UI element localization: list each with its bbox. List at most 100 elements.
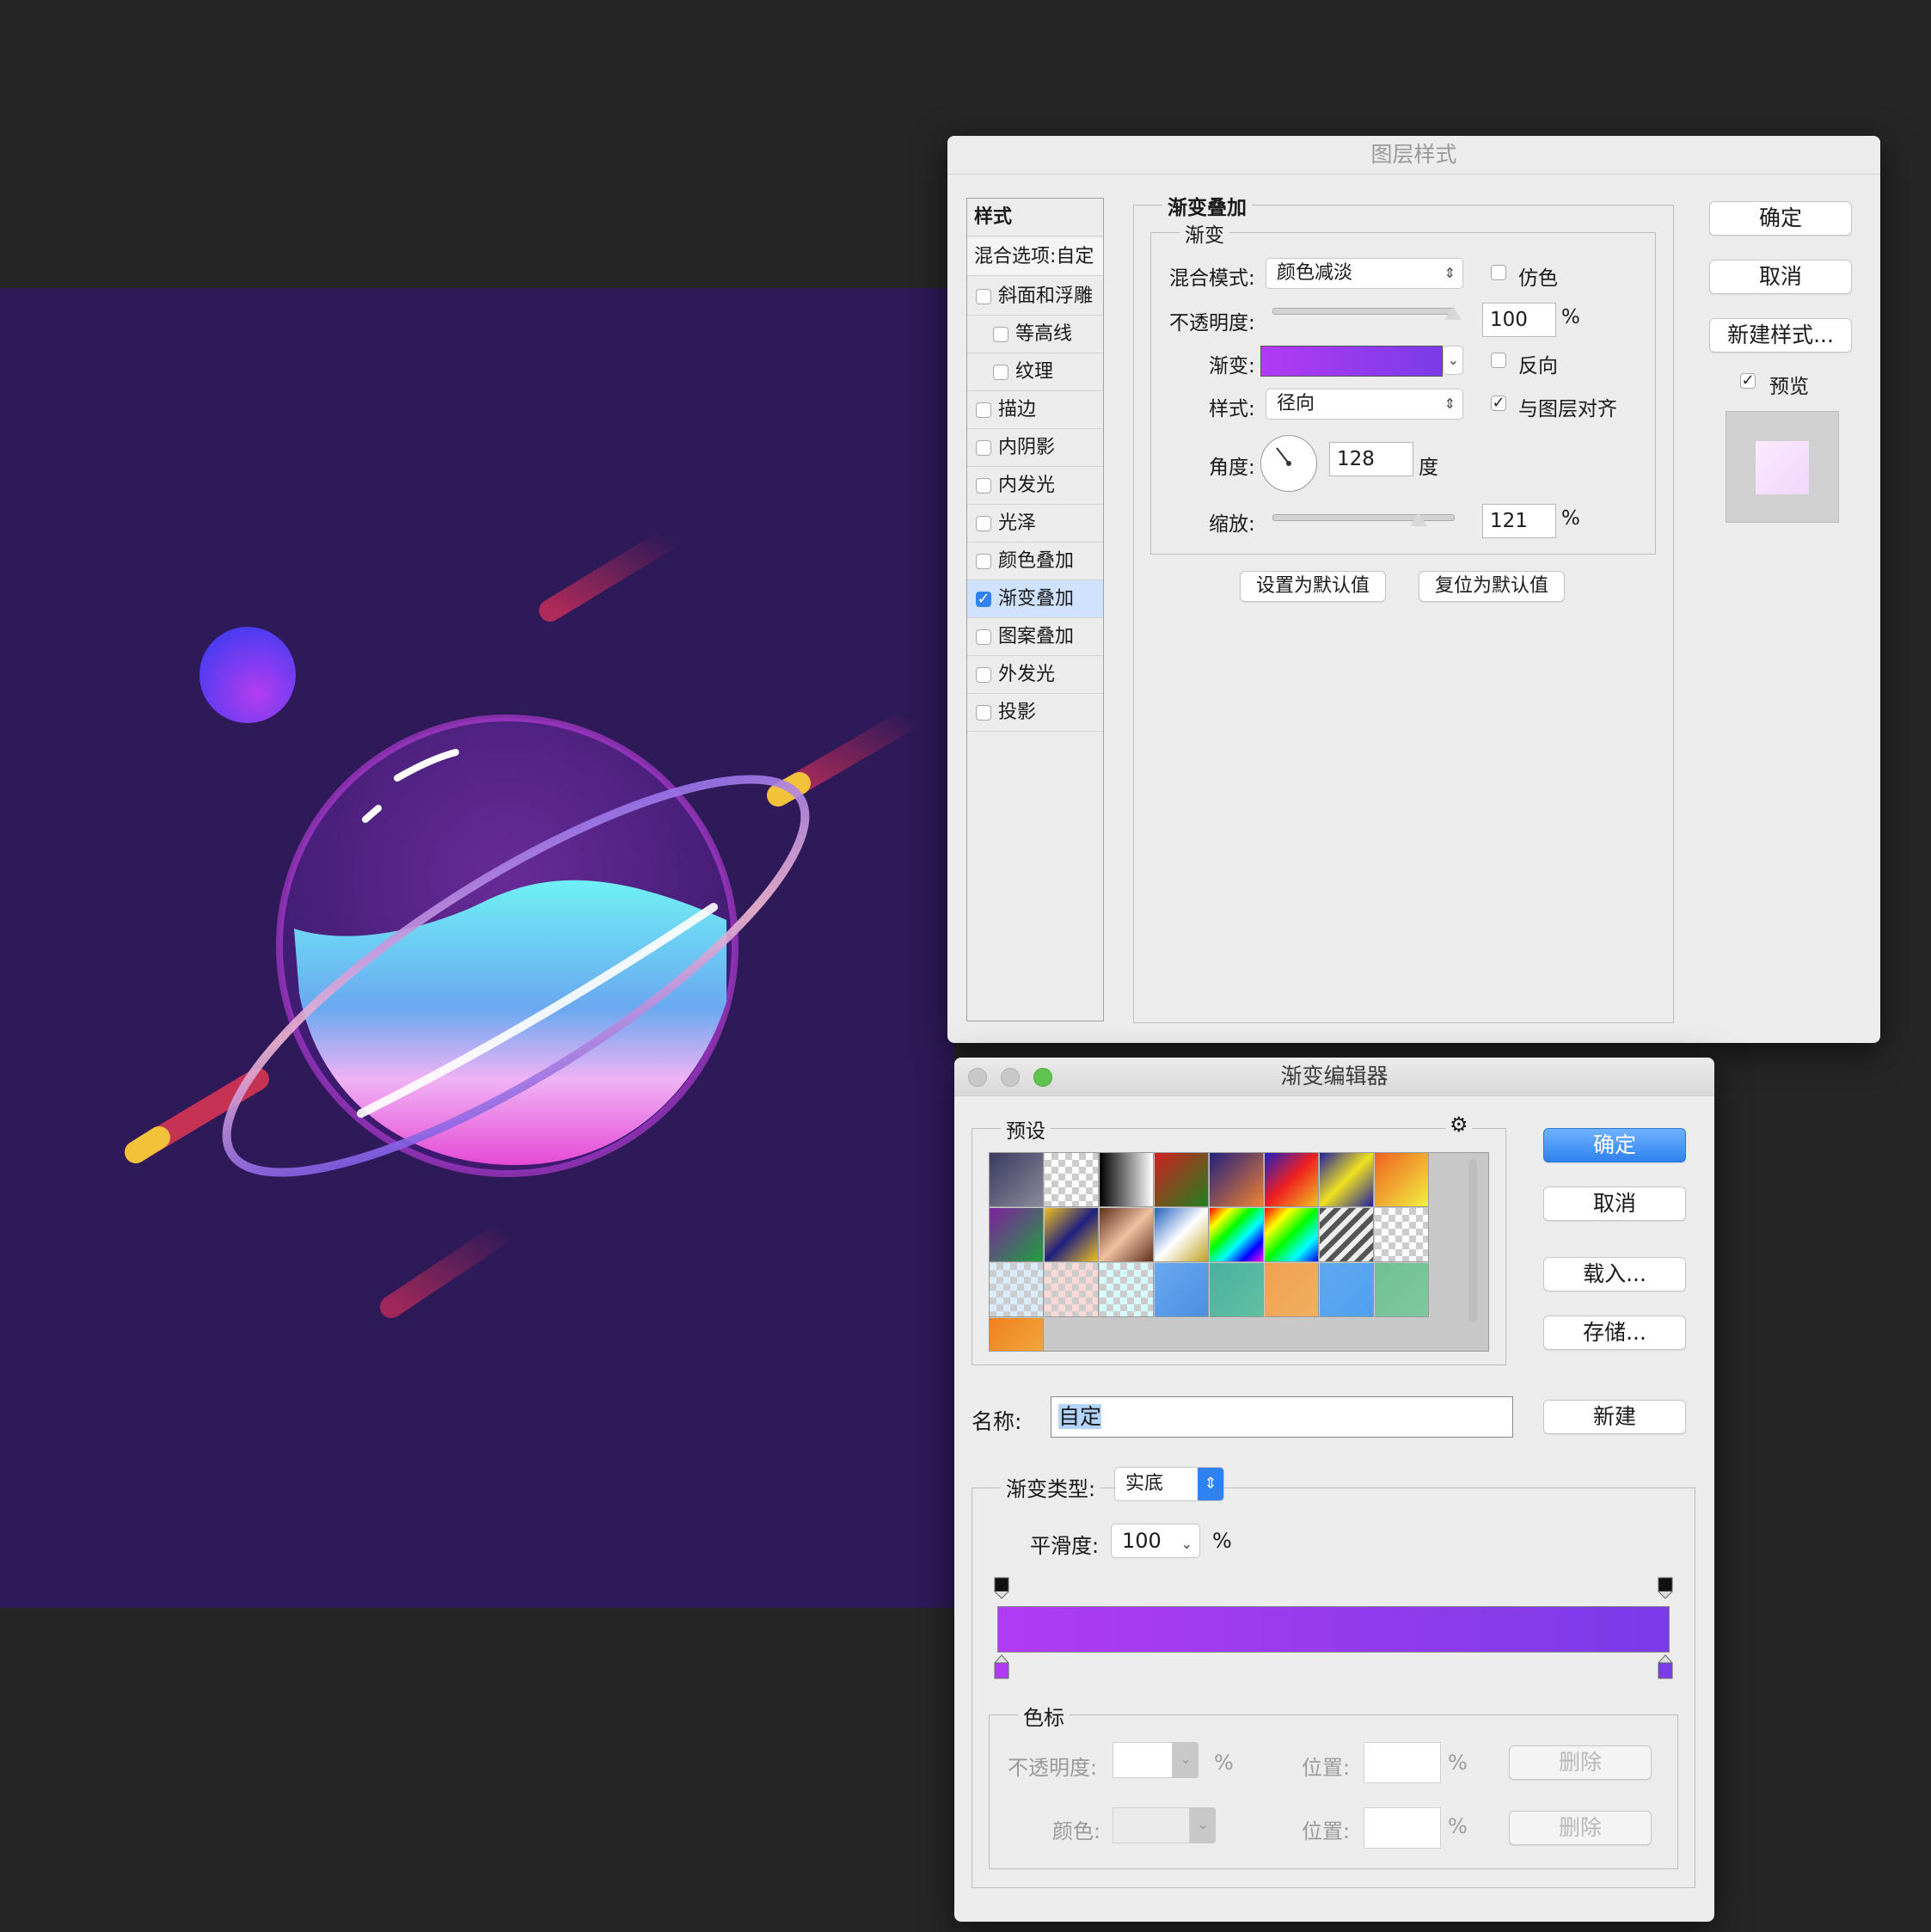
style-item-checkbox[interactable]	[976, 402, 991, 418]
preset-swatch[interactable]	[990, 1153, 1044, 1207]
color-stop-left[interactable]	[994, 1654, 1009, 1679]
style-item-checkbox[interactable]	[993, 327, 1008, 342]
scale-input[interactable]: 121	[1482, 504, 1556, 538]
preset-swatch[interactable]	[1265, 1263, 1319, 1317]
style-item-checkbox[interactable]	[976, 705, 991, 721]
style-item-checkbox[interactable]: ✓	[976, 592, 991, 607]
preset-swatch[interactable]	[1045, 1263, 1099, 1317]
preset-swatch[interactable]	[1265, 1208, 1319, 1262]
style-item[interactable]: 图案叠加	[967, 618, 1103, 656]
color-stop-right[interactable]	[1658, 1654, 1673, 1679]
styles-list: 样式 混合选项:自定 斜面和浮雕等高线 纹理 描边 内阴影 内发光 光泽 颜色叠加 ✓ 渐变叠加…	[966, 198, 1104, 1021]
preset-swatch[interactable]	[1210, 1153, 1264, 1207]
name-label: 名称:	[972, 1409, 1022, 1434]
style-item-label: 斜面和浮雕	[998, 285, 1094, 307]
opacity-stop-left[interactable]	[994, 1577, 1009, 1599]
style-select[interactable]: 径向 ⇕	[1266, 389, 1463, 420]
preset-swatch[interactable]	[1210, 1263, 1264, 1317]
preset-swatch[interactable]	[1100, 1263, 1154, 1317]
gradient-preview-swatch[interactable]	[1260, 346, 1443, 377]
style-item[interactable]: 投影	[967, 694, 1103, 732]
style-item[interactable]: 内阴影	[967, 429, 1103, 467]
preset-swatch[interactable]	[990, 1263, 1044, 1317]
style-item[interactable]: 斜面和浮雕	[967, 278, 1103, 316]
dither-checkbox[interactable]	[1491, 265, 1506, 280]
preset-swatch[interactable]	[990, 1318, 1044, 1351]
blend-mode-select[interactable]: 颜色减淡 ⇕	[1266, 258, 1463, 289]
style-item[interactable]: 内发光	[967, 467, 1103, 505]
style-item[interactable]: 光泽	[967, 505, 1103, 543]
preset-swatch[interactable]	[1320, 1153, 1374, 1207]
delete-opacity-stop-button[interactable]: 删除	[1509, 1745, 1652, 1780]
preset-swatch[interactable]	[1155, 1263, 1209, 1317]
angle-dial[interactable]	[1260, 435, 1317, 492]
set-default-button[interactable]: 设置为默认值	[1240, 571, 1386, 602]
style-item-checkbox[interactable]	[976, 478, 991, 494]
zoom-window-icon[interactable]	[1033, 1068, 1052, 1087]
presets-scrollbar[interactable]	[1468, 1159, 1477, 1322]
style-item[interactable]: 外发光	[967, 656, 1103, 694]
preset-swatch[interactable]	[1045, 1153, 1099, 1207]
blend-mode-label: 混合模式:	[1169, 267, 1255, 290]
new-style-button[interactable]: 新建样式...	[1709, 318, 1852, 353]
opacity-stop-right[interactable]	[1658, 1577, 1673, 1599]
blend-options-item[interactable]: 混合选项:自定	[967, 238, 1103, 276]
style-item[interactable]: 等高线	[967, 316, 1103, 353]
delete-color-stop-button[interactable]: 删除	[1509, 1811, 1652, 1845]
styles-header[interactable]: 样式	[967, 199, 1103, 236]
smoothness-select[interactable]: 100 ⌄	[1111, 1524, 1200, 1558]
style-item-checkbox[interactable]	[976, 629, 991, 645]
scale-slider-thumb[interactable]	[1410, 512, 1428, 526]
new-button[interactable]: 新建	[1543, 1400, 1686, 1434]
style-item-checkbox[interactable]	[993, 365, 1008, 380]
stop-color-location-label: 位置:	[1302, 1819, 1351, 1843]
preset-swatch[interactable]	[1100, 1208, 1154, 1262]
style-item[interactable]: ✓ 渐变叠加	[967, 580, 1103, 618]
preset-swatch[interactable]	[1375, 1153, 1429, 1207]
align-with-layer-checkbox[interactable]: ✓	[1491, 396, 1506, 411]
preset-swatch[interactable]	[990, 1208, 1044, 1262]
style-item[interactable]: 纹理	[967, 353, 1103, 391]
opacity-slider-thumb[interactable]	[1444, 306, 1462, 320]
gradient-dropdown[interactable]: ⌄	[1443, 346, 1463, 375]
load-button[interactable]: 载入...	[1543, 1257, 1686, 1291]
preset-swatch[interactable]	[1045, 1208, 1099, 1262]
preset-swatch[interactable]	[1375, 1263, 1429, 1317]
color-stops-label: 色标	[1018, 1701, 1070, 1731]
name-input[interactable]: 自定	[1051, 1396, 1513, 1438]
angle-input[interactable]: 128	[1329, 442, 1413, 476]
opacity-slider[interactable]	[1272, 308, 1455, 315]
gradient-type-select[interactable]: 实底 ⇕	[1114, 1467, 1224, 1501]
preset-swatch[interactable]	[1100, 1153, 1154, 1207]
style-item-checkbox[interactable]	[976, 440, 991, 456]
style-item-checkbox[interactable]	[976, 516, 991, 531]
gradient-type-label: 渐变类型:	[1001, 1472, 1101, 1502]
close-window-icon[interactable]	[968, 1068, 987, 1087]
save-button[interactable]: 存储...	[1543, 1316, 1686, 1350]
preset-swatch[interactable]	[1375, 1208, 1429, 1262]
scale-slider[interactable]	[1272, 514, 1455, 521]
gear-icon[interactable]: ⚙	[1446, 1113, 1472, 1137]
style-item[interactable]: 描边	[967, 391, 1103, 429]
reverse-checkbox[interactable]	[1491, 353, 1506, 368]
cancel-button[interactable]: 取消	[1543, 1187, 1686, 1221]
ok-button[interactable]: 确定	[1709, 201, 1852, 236]
cancel-button[interactable]: 取消	[1709, 260, 1852, 294]
style-item[interactable]: 颜色叠加	[967, 543, 1103, 580]
style-item-checkbox[interactable]	[976, 554, 991, 569]
preset-swatch[interactable]	[1320, 1263, 1374, 1317]
opacity-input[interactable]: 100	[1482, 303, 1556, 337]
style-item-checkbox[interactable]	[976, 289, 991, 304]
preview-checkbox[interactable]: ✓	[1740, 373, 1756, 389]
reset-default-button[interactable]: 复位为默认值	[1419, 571, 1565, 602]
stop-opacity-label: 不透明度:	[1008, 1756, 1098, 1780]
gradient-bar[interactable]	[997, 1606, 1670, 1653]
preset-swatch[interactable]	[1155, 1208, 1209, 1262]
preset-swatch[interactable]	[1320, 1208, 1374, 1262]
preset-swatch[interactable]	[1155, 1153, 1209, 1207]
preset-swatch[interactable]	[1265, 1153, 1319, 1207]
minimize-window-icon[interactable]	[1001, 1068, 1020, 1087]
preset-swatch[interactable]	[1210, 1208, 1264, 1262]
ok-button[interactable]: 确定	[1543, 1128, 1686, 1162]
style-item-checkbox[interactable]	[976, 667, 991, 683]
